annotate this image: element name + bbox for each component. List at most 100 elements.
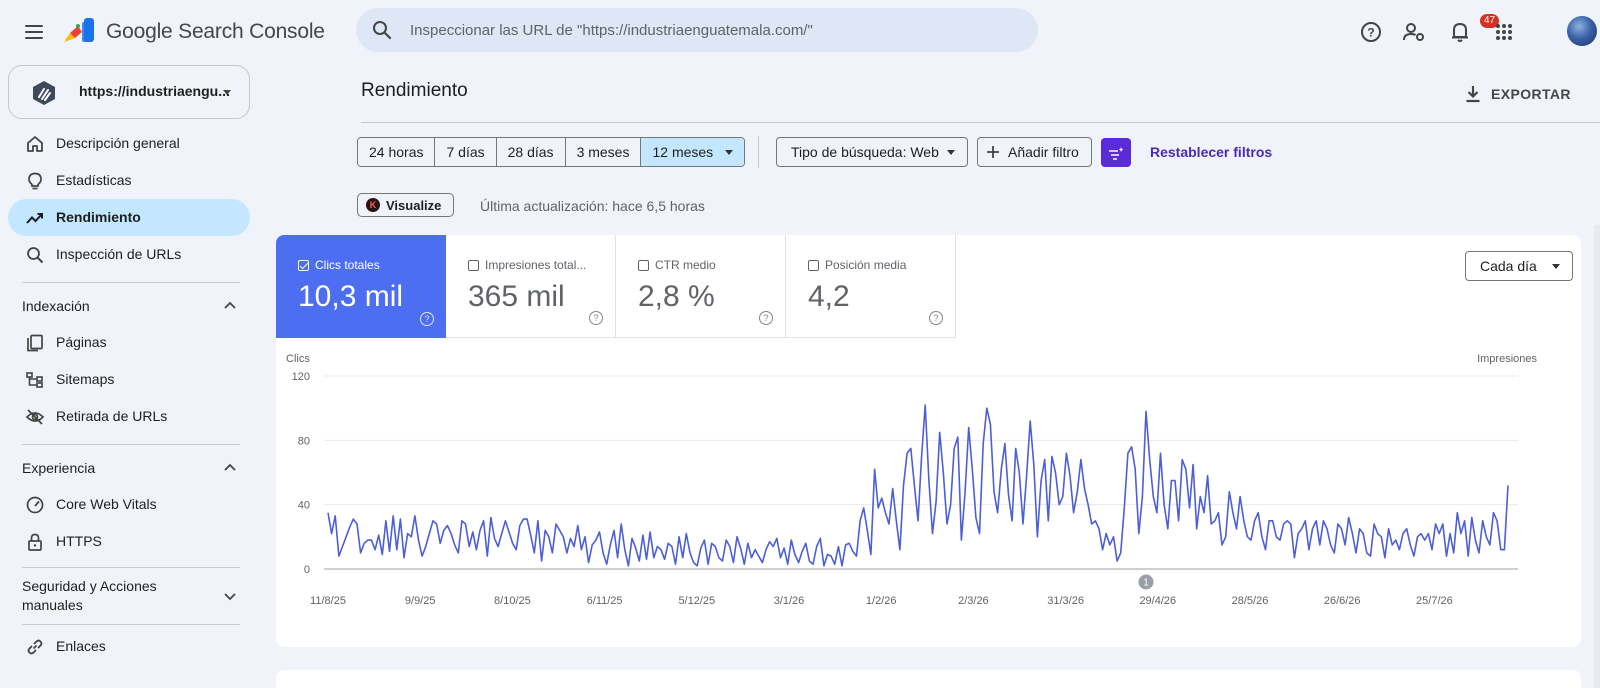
help-icon[interactable]: ?: [929, 311, 943, 325]
header-divider: [361, 122, 1600, 123]
sidebar-section-indexing[interactable]: Indexación: [8, 288, 250, 324]
help-icon[interactable]: ?: [759, 311, 773, 325]
granularity-label: Cada día: [1480, 258, 1537, 274]
chevron-down-icon: [223, 90, 231, 95]
metric-label-text: Posición media: [825, 258, 907, 272]
help-icon[interactable]: ?: [1355, 16, 1387, 48]
range-12m[interactable]: 12 meses: [641, 138, 745, 166]
granularity-dropdown[interactable]: Cada día: [1465, 251, 1573, 281]
add-filter-button[interactable]: Añadir filtro: [977, 137, 1092, 167]
notifications-bell-icon[interactable]: [1444, 16, 1476, 48]
x-tick-label: 5/12/25: [678, 595, 715, 607]
property-selector[interactable]: https://industriaengu...: [8, 65, 250, 119]
filter-separator: [758, 136, 759, 168]
sidebar-item-label: Páginas: [56, 334, 107, 350]
page-title: Rendimiento: [361, 80, 468, 101]
metric-total-clicks[interactable]: Clics totales 10,3 mil ?: [276, 235, 446, 338]
sidebar-section-experience[interactable]: Experiencia: [8, 450, 250, 486]
chevron-down-icon: [1552, 264, 1560, 269]
metric-label: Impresiones total...: [468, 258, 586, 272]
account-avatar[interactable]: [1567, 16, 1597, 46]
brand-name: Google Search Console: [106, 20, 325, 43]
search-type-label: Tipo de búsqueda: Web: [791, 144, 939, 160]
chevron-down-icon: [947, 150, 955, 155]
range-24h[interactable]: 24 horas: [358, 138, 436, 166]
sidebar-section-security[interactable]: Seguridad y Acciones manuales: [8, 575, 250, 615]
section-label: Seguridad y Acciones manuales: [22, 577, 157, 615]
range-3m[interactable]: 3 meses: [565, 138, 642, 166]
search-type-filter[interactable]: Tipo de búsqueda: Web: [776, 137, 968, 167]
sitemap-icon: [26, 372, 43, 388]
help-icon[interactable]: ?: [420, 312, 434, 326]
checkbox-icon[interactable]: [638, 259, 649, 271]
x-tick-label: 6/11/25: [587, 595, 623, 607]
sidebar-divider: [22, 567, 240, 568]
trending-up-icon: [26, 213, 43, 224]
checkbox-checked-icon[interactable]: [298, 259, 309, 271]
sidebar-divider: [22, 624, 240, 625]
apps-grid-icon[interactable]: [1488, 16, 1520, 48]
metric-value: 365 mil: [468, 280, 565, 313]
x-tick-label: 9/9/25: [405, 595, 436, 607]
x-tick-label: 8/10/25: [494, 595, 531, 607]
sidebar-item-sitemaps[interactable]: Sitemaps: [8, 361, 250, 398]
metric-label-text: Clics totales: [315, 258, 380, 272]
x-tick-label: 2/3/26: [958, 595, 989, 607]
home-icon: [27, 136, 43, 152]
y-axis-title-left: Clics: [286, 353, 310, 365]
link-icon: [27, 639, 43, 655]
search-icon: [373, 21, 392, 40]
reset-filters-link[interactable]: Restablecer filtros: [1150, 144, 1272, 160]
chevron-down-icon: [725, 149, 734, 155]
series-line-clicks: [327, 404, 1509, 567]
lightbulb-icon: [28, 172, 42, 190]
sidebar-item-removals[interactable]: Retirada de URLs: [8, 398, 250, 435]
manage-users-icon[interactable]: [1398, 16, 1430, 48]
metric-average-ctr[interactable]: CTR medio 2,8 % ?: [616, 235, 786, 338]
range-label: 12 meses: [652, 144, 714, 160]
sidebar-item-core-web-vitals[interactable]: Core Web Vitals: [8, 486, 250, 523]
sidebar-item-https[interactable]: HTTPS: [8, 523, 250, 560]
sidebar-item-performance[interactable]: Rendimiento: [8, 199, 250, 236]
range-28d[interactable]: 28 días: [496, 138, 566, 166]
filter-settings-button[interactable]: [1101, 138, 1131, 167]
property-url: https://industriaengu...: [79, 83, 230, 99]
y-tick-label: 120: [292, 371, 310, 383]
metric-value: 4,2: [808, 280, 850, 313]
metric-label: CTR medio: [638, 258, 716, 272]
sidebar-item-url-inspection[interactable]: Inspección de URLs: [8, 236, 250, 273]
section-label-line: manuales: [22, 597, 83, 613]
help-icon[interactable]: ?: [589, 311, 603, 325]
sidebar-item-label: Core Web Vitals: [56, 496, 157, 512]
range-7d[interactable]: 7 días: [435, 138, 497, 166]
chevron-down-icon: [224, 593, 236, 601]
performance-card: Clics totales 10,3 mil ? Impresiones tot…: [276, 235, 1581, 647]
checkbox-icon[interactable]: [468, 259, 479, 271]
x-tick-label: 26/6/26: [1324, 595, 1361, 607]
property-logo-icon: [33, 81, 55, 105]
visualize-logo-icon: K: [366, 198, 380, 212]
checkbox-icon[interactable]: [808, 259, 819, 271]
metric-label: Clics totales: [298, 258, 380, 272]
page-scrollbar[interactable]: [1594, 225, 1600, 688]
x-tick-label: 28/5/26: [1232, 595, 1269, 607]
x-tick-label: 31/3/26: [1047, 595, 1084, 607]
sidebar-item-pages[interactable]: Páginas: [8, 324, 250, 361]
visualize-button[interactable]: K Visualize: [357, 193, 455, 217]
metric-average-position[interactable]: Posición media 4,2 ?: [786, 235, 956, 338]
url-inspection-search[interactable]: [356, 8, 1038, 52]
sidebar-item-links[interactable]: Enlaces: [8, 628, 250, 665]
chevron-up-icon: [224, 301, 236, 309]
last-update-text: Última actualización: hace 6,5 horas: [480, 198, 705, 214]
search-input[interactable]: [410, 8, 1010, 52]
clicks-line-chart: Clics Impresiones 0 40 80 120 11/8/25 9/9/25 8/1…: [286, 353, 1537, 607]
lock-icon: [28, 533, 42, 551]
metric-value: 2,8 %: [638, 280, 715, 313]
plus-icon: [987, 146, 999, 158]
sidebar-item-insights[interactable]: Estadísticas: [8, 162, 250, 199]
metric-total-impressions[interactable]: Impresiones total... 365 mil ?: [446, 235, 616, 338]
queries-table-card: [276, 670, 1581, 688]
main-menu-icon[interactable]: [18, 18, 50, 46]
export-button[interactable]: EXPORTAR: [1465, 80, 1571, 108]
sidebar-item-overview[interactable]: Descripción general: [8, 125, 250, 162]
